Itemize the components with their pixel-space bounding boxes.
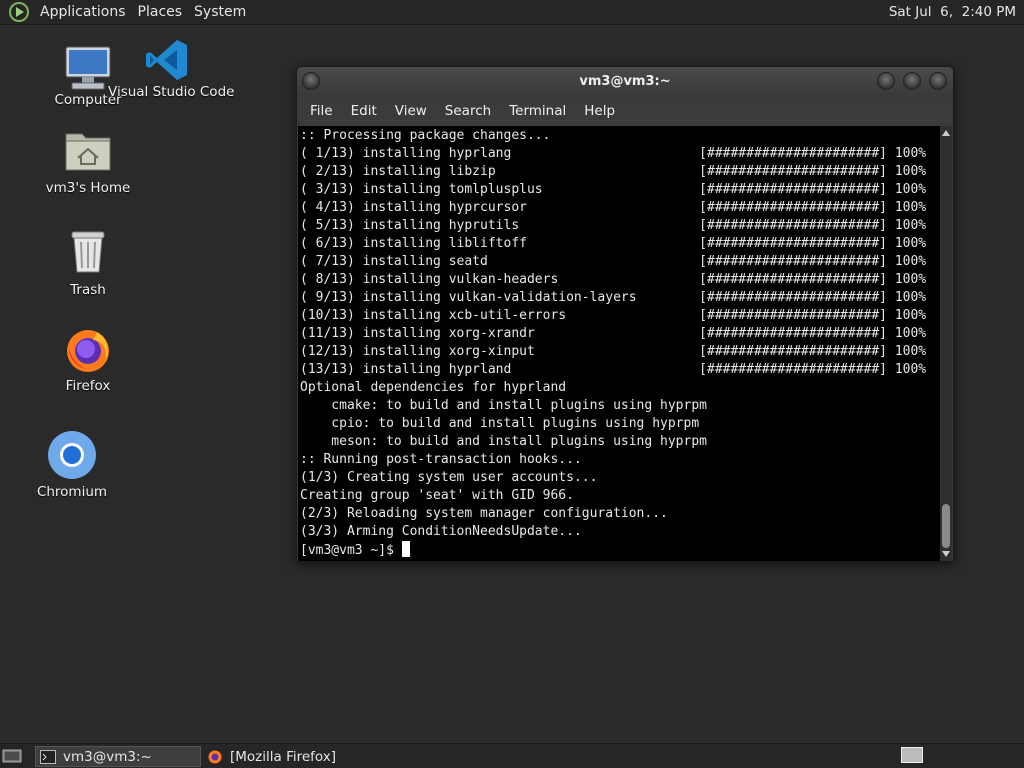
system-menu[interactable]: System: [188, 4, 252, 20]
distro-logo-icon[interactable]: [8, 1, 30, 23]
taskbar-item-terminal[interactable]: vm3@vm3:~: [35, 746, 201, 767]
vscode-icon: [146, 40, 187, 80]
terminal-output[interactable]: :: Processing package changes... ( 1/13)…: [298, 126, 940, 561]
terminal-line: (1/3) Creating system user accounts...: [300, 470, 598, 485]
text-cursor: [401, 541, 410, 557]
clock[interactable]: Sat Jul 6, 2:40 PM: [889, 4, 1016, 20]
shell-prompt: [vm3@vm3 ~]$: [300, 543, 402, 558]
terminal-window: vm3@vm3:~ File Edit View Search Terminal…: [296, 66, 954, 562]
menu-edit[interactable]: Edit: [342, 103, 386, 119]
terminal-line: (10/13) installing xcb-util-errors [####…: [300, 308, 927, 323]
terminal-line: ( 5/13) installing hyprutils [##########…: [300, 218, 927, 233]
desktop-icon-label: Firefox: [65, 378, 111, 394]
terminal-line: ( 4/13) installing hyprcursor [#########…: [300, 200, 927, 215]
terminal-line: ( 9/13) installing vulkan-validation-lay…: [300, 290, 927, 305]
window-title: vm3@vm3:~: [579, 74, 671, 89]
terminal-line: ( 8/13) installing vulkan-headers [#####…: [300, 272, 927, 287]
top-panel: Applications Places System Sat Jul 6, 2:…: [0, 0, 1024, 25]
terminal-prompt-line[interactable]: [vm3@vm3 ~]$: [300, 541, 940, 559]
window-titlebar[interactable]: vm3@vm3:~: [297, 67, 953, 97]
scroll-down-arrow-icon[interactable]: [942, 551, 950, 557]
desktop-icon-label: Visual Studio Code: [108, 84, 235, 100]
taskbar-item-firefox[interactable]: [Mozilla Firefox]: [203, 746, 463, 767]
home-folder-icon: [65, 133, 111, 171]
taskbar-item-label: [Mozilla Firefox]: [230, 748, 337, 765]
desktop-icon-trash[interactable]: Trash: [52, 228, 124, 298]
terminal-line: cmake: to build and install plugins usin…: [300, 398, 707, 413]
terminal-menubar: File Edit View Search Terminal Help: [297, 99, 953, 123]
terminal-line: ( 2/13) installing libzip [#############…: [300, 164, 927, 179]
desktop-icon-label: Chromium: [36, 484, 108, 500]
terminal-line: ( 7/13) installing seatd [##############…: [300, 254, 927, 269]
show-desktop-icon[interactable]: [2, 748, 22, 764]
desktop-icon-home[interactable]: vm3's Home: [44, 126, 132, 196]
terminal-icon: [40, 749, 56, 764]
taskbar-item-label: vm3@vm3:~: [63, 748, 152, 765]
terminal-line: Creating group 'seat' with GID 966.: [300, 488, 574, 503]
computer-icon: [65, 46, 111, 90]
places-menu[interactable]: Places: [132, 4, 189, 20]
firefox-icon: [67, 330, 109, 372]
terminal-line: Optional dependencies for hyprland: [300, 380, 567, 395]
terminal-line: :: Running post-transaction hooks...: [300, 452, 582, 467]
bottom-panel: vm3@vm3:~ [Mozilla Firefox]: [0, 743, 1024, 768]
terminal-line: ( 6/13) installing libliftoff [#########…: [300, 236, 927, 251]
terminal-line: cpio: to build and install plugins using…: [300, 416, 700, 431]
terminal-line: (2/3) Reloading system manager configura…: [300, 506, 668, 521]
minimize-button[interactable]: [877, 72, 895, 90]
terminal-line: ( 3/13) installing tomlplusplus [#######…: [300, 182, 927, 197]
close-button[interactable]: [929, 72, 947, 90]
workspace-switcher[interactable]: [901, 747, 923, 763]
menu-file[interactable]: File: [301, 103, 342, 119]
applications-menu[interactable]: Applications: [34, 4, 132, 20]
terminal-line: :: Processing package changes...: [300, 128, 551, 143]
terminal-line: (12/13) installing xorg-xinput [########…: [300, 344, 927, 359]
menu-help[interactable]: Help: [575, 103, 624, 119]
chromium-icon: [48, 431, 96, 479]
scroll-up-arrow-icon[interactable]: [942, 130, 950, 136]
maximize-button[interactable]: [903, 72, 921, 90]
terminal-line: (11/13) installing xorg-xrandr [########…: [300, 326, 927, 341]
terminal-line: (3/3) Arming ConditionNeedsUpdate...: [300, 524, 582, 539]
scrollbar-thumb[interactable]: [942, 504, 950, 548]
desktop-icon-label: Trash: [70, 282, 106, 298]
menu-search[interactable]: Search: [436, 103, 500, 119]
terminal-line: (13/13) installing hyprland [###########…: [300, 362, 927, 377]
terminal-scrollbar[interactable]: [940, 126, 952, 561]
terminal-line: meson: to build and install plugins usin…: [300, 434, 707, 449]
desktop-icon-chromium[interactable]: Chromium: [36, 430, 108, 500]
desktop-icon-vscode[interactable]: Visual Studio Code: [108, 36, 235, 100]
terminal-line: ( 1/13) installing hyprlang [###########…: [300, 146, 927, 161]
desktop-icon-label: vm3's Home: [45, 180, 131, 196]
desktop-icon-firefox[interactable]: Firefox: [52, 324, 124, 394]
firefox-icon: [208, 750, 222, 763]
trash-icon: [71, 231, 105, 273]
menu-view[interactable]: View: [386, 103, 436, 119]
menu-terminal[interactable]: Terminal: [500, 103, 575, 119]
